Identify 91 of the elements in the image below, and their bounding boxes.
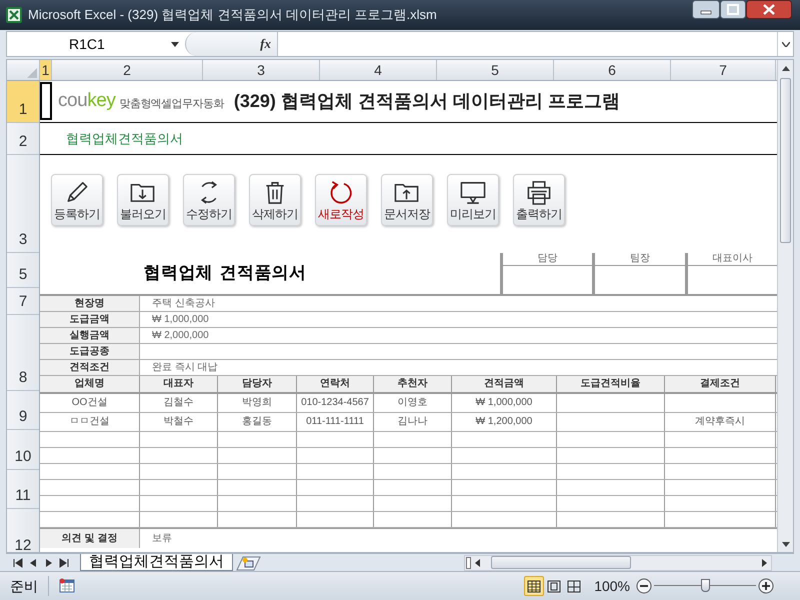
form-value: 보류 [152, 534, 172, 544]
status-mode: 준비 [10, 576, 38, 596]
spreadsheet-app-icon [6, 7, 22, 23]
form-label: 도급공종 [40, 344, 140, 359]
logo-tagline: 맞춤형엑셀업무자동화 [119, 97, 224, 112]
column-header[interactable]: 1 [40, 60, 52, 80]
table-cell: 011-111-1111 [306, 417, 364, 427]
table-cell: 김나나 [398, 417, 428, 427]
table-cell: ₩ 1,200,000 [476, 417, 532, 427]
row-header[interactable]: 10 [7, 430, 39, 470]
new-sheet-icon[interactable] [235, 554, 261, 570]
expand-icon[interactable] [782, 42, 790, 46]
sheet-subtitle: 협력업체견적품의서 [66, 130, 183, 148]
toolbar-button[interactable]: 삭제하기 [249, 174, 301, 226]
row-header[interactable]: 8 [7, 315, 39, 391]
logo-wordmark: coukey [58, 89, 116, 114]
table-cell: 박영희 [242, 398, 272, 408]
view-button[interactable] [524, 576, 544, 596]
zoom-in-icon[interactable] [758, 578, 774, 594]
table-header: 연락처 [297, 376, 374, 392]
page-layout-view-icon [545, 578, 564, 594]
function-label[interactable]: fx [260, 34, 271, 54]
form-title: 협력업체 견적품의서 [143, 262, 307, 285]
row-header[interactable]: 11 [7, 470, 39, 509]
table-cell: 홍길동 [242, 417, 272, 427]
approval-label: 대표이사 [688, 253, 777, 266]
row-header[interactable]: 9 [7, 391, 39, 430]
column-header[interactable]: 5 [437, 60, 554, 80]
form-value: 완료 즉시 대납 [152, 362, 218, 372]
dropdown-icon [171, 42, 179, 46]
form-value: ₩ 2,000,000 [152, 330, 209, 340]
table-cell: 김철수 [164, 398, 194, 408]
macro-record-icon[interactable] [59, 578, 75, 594]
toolbar-button[interactable]: 수정하기 [183, 174, 235, 226]
table-cell: 이영호 [398, 398, 428, 408]
table-header: 도급견적비율 [557, 376, 665, 392]
toolbar-button[interactable]: 등록하기 [51, 174, 103, 226]
column-header[interactable]: 6 [554, 60, 671, 80]
first-sheet-icon[interactable] [12, 556, 25, 570]
horizontal-scroll-thumb[interactable] [491, 556, 631, 569]
table-header: 결제조건 [665, 376, 776, 392]
row-header[interactable]: 1 [7, 81, 39, 123]
table-header: 담당자 [218, 376, 297, 392]
form-label: 견적조건 [40, 360, 140, 375]
window-title: Microsoft Excel - (329) 협력업체 견적품의서 데이터관리 프로그램.xlsm [28, 6, 437, 24]
toolbar-button[interactable]: 새로작성 [315, 174, 367, 226]
table-cell: ㅁㅁ건설 [70, 417, 110, 427]
split-handle[interactable] [466, 556, 471, 568]
form-label: 의견 및 결정 [40, 529, 140, 548]
form-label: 현장명 [40, 296, 140, 311]
table-cell: 010-1234-4567 [301, 398, 369, 408]
form-value: ₩ 1,000,000 [152, 314, 209, 324]
row-header[interactable]: 5 [7, 253, 39, 288]
column-header[interactable]: 7 [671, 60, 776, 80]
toolbar-button[interactable]: 미리보기 [447, 174, 499, 226]
name-box[interactable]: R1C1 [7, 32, 185, 56]
sheet-title: (329) 협력업체 견적품의서 데이터관리 프로그램 [234, 90, 620, 113]
column-header[interactable]: 3 [203, 60, 320, 80]
toolbar-button[interactable]: 문서저장 [381, 174, 433, 226]
close-icon[interactable] [746, 0, 792, 19]
sheet-tab[interactable]: 협력업체견적품의서 [80, 554, 233, 571]
last-sheet-icon[interactable] [57, 556, 70, 570]
column-header[interactable]: 2 [52, 60, 203, 80]
table-header: 추천자 [374, 376, 452, 392]
table-header: 업체명 [40, 376, 140, 392]
table-cell: 박철수 [164, 417, 194, 427]
table-cell: OO건설 [72, 398, 108, 408]
column-header[interactable]: 4 [320, 60, 437, 80]
minimize-icon[interactable] [692, 0, 720, 19]
table-cell: 계약후즉시 [695, 417, 745, 427]
toolbar-button[interactable]: 불러오기 [117, 174, 169, 226]
normal-view-icon [525, 578, 544, 594]
table-header: 대표자 [140, 376, 218, 392]
row-header[interactable]: 7 [7, 288, 39, 315]
form-value: 주택 신축공사 [152, 298, 215, 308]
table-header: 견적금액 [452, 376, 557, 392]
zoom-slider-thumb[interactable] [701, 579, 710, 592]
form-label: 도급금액 [40, 312, 140, 327]
scroll-thumb[interactable] [780, 78, 791, 243]
row-header[interactable]: 2 [7, 123, 39, 155]
toolbar-button[interactable]: 출력하기 [513, 174, 565, 226]
form-label: 실행금액 [40, 328, 140, 343]
table-cell: ₩ 1,000,000 [476, 398, 532, 408]
maximize-icon[interactable] [720, 0, 746, 19]
zoom-level: 100% [594, 576, 630, 596]
approval-label: 담당 [503, 253, 592, 266]
zoom-out-icon[interactable] [636, 578, 652, 594]
selected-cell-outline[interactable] [40, 82, 52, 120]
approval-label: 팀장 [595, 253, 685, 266]
row-header[interactable]: 3 [7, 155, 39, 253]
page-break-view-icon [565, 578, 584, 594]
